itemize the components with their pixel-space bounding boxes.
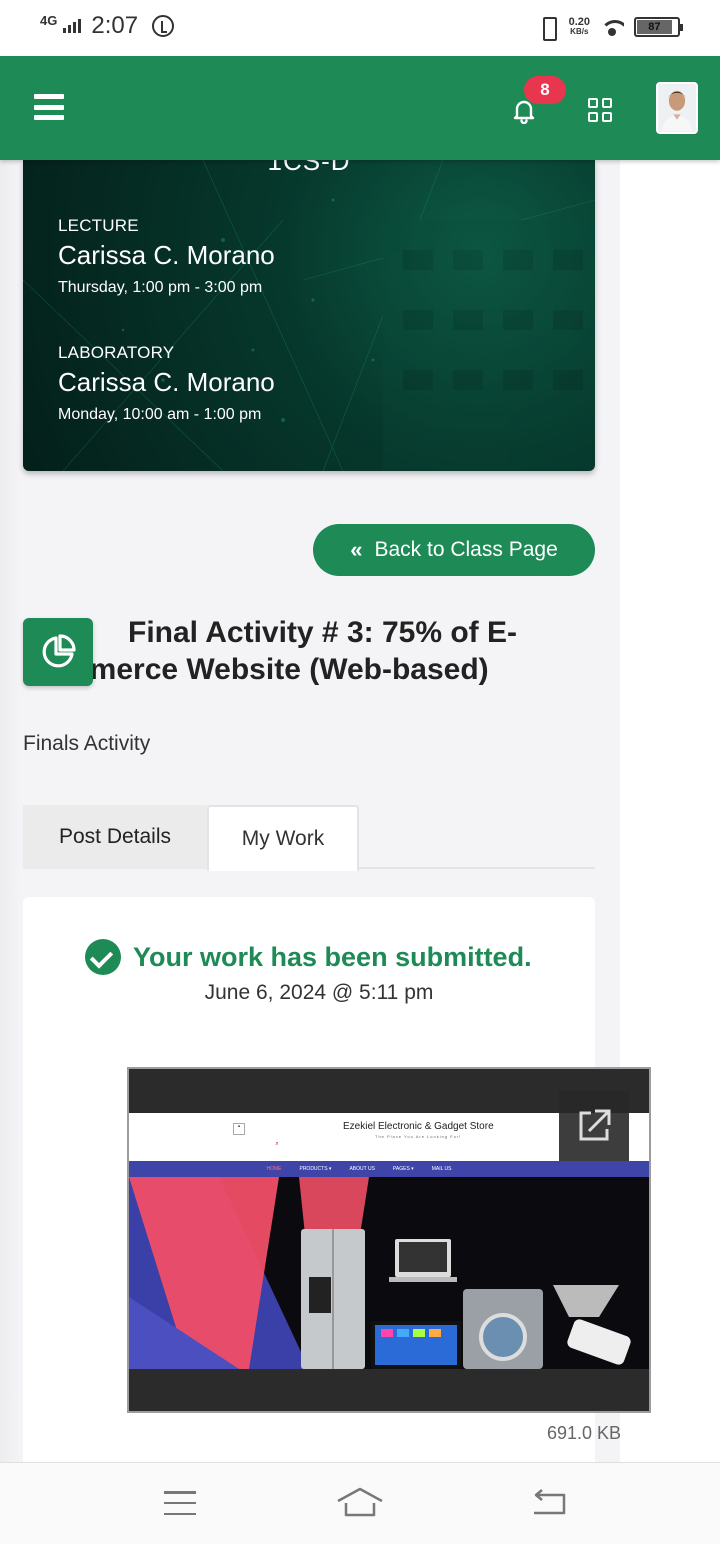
- lecture-schedule: Thursday, 1:00 pm - 3:00 pm: [58, 279, 263, 296]
- check-circle-icon: [85, 939, 121, 975]
- main-content[interactable]: 1CS-D LECTURE Carissa C. Morano Thursday…: [0, 160, 720, 1497]
- menu-icon[interactable]: [34, 94, 64, 120]
- preview-cart-icon: ▪: [233, 1123, 245, 1135]
- class-section: 1CS-D: [267, 160, 351, 176]
- home-icon[interactable]: [336, 1485, 384, 1519]
- back-to-class-label: Back to Class Page: [374, 538, 558, 561]
- avatar[interactable]: [656, 82, 698, 134]
- tab-my-work[interactable]: My Work: [207, 805, 359, 871]
- app-bar: [0, 56, 720, 160]
- tab-bar: Post Details My Work: [23, 805, 595, 871]
- wifi-icon: [600, 18, 624, 36]
- clock: 2:07: [91, 12, 139, 39]
- battery-level: 87: [637, 20, 672, 34]
- pie-chart-icon: [23, 618, 93, 686]
- network-speed: 0.20 KB/s: [569, 17, 590, 37]
- preview-search-icon: ⌕: [275, 1141, 279, 1147]
- double-chevron-left-icon: «: [350, 537, 362, 562]
- battery-icon: 87: [634, 17, 683, 37]
- back-to-class-button[interactable]: « Back to Class Page: [313, 524, 595, 576]
- apps-grid-icon[interactable]: [588, 98, 612, 122]
- file-size: 691.0 KB: [547, 1423, 622, 1443]
- submission-date: June 6, 2024 @ 5:11 pm: [204, 981, 434, 1004]
- laboratory-info: LABORATORY Carissa C. Morano Monday, 10:…: [58, 343, 275, 424]
- data-saver-icon: [152, 15, 175, 37]
- my-work-panel: Your work has been submitted. June 6, 20…: [23, 897, 651, 1497]
- vibrate-icon: [537, 16, 559, 41]
- network-speed-unit: KB/s: [570, 27, 589, 36]
- preview-hero-banner: [129, 1177, 649, 1369]
- activity-title: Final Activity # 3: 75% of E-Commerce We…: [23, 616, 517, 686]
- laboratory-label: LABORATORY: [58, 343, 175, 362]
- status-bar: 4G 2:07 0.20 KB/s 87: [0, 0, 720, 56]
- back-icon[interactable]: [530, 1489, 568, 1517]
- system-navigation-bar: [0, 1462, 720, 1544]
- notification-badge: 8: [524, 76, 566, 104]
- signal-icon: [63, 19, 82, 33]
- submission-status-text: Your work has been submitted.: [133, 941, 532, 972]
- preview-site-nav: HOME PRODUCTS ▾ ABOUT US PAGES ▾ MAIL US: [129, 1161, 649, 1177]
- network-type: 4G: [40, 12, 58, 28]
- preview-nav-item: HOME: [266, 1166, 282, 1172]
- lecture-instructor: Carissa C. Morano: [58, 240, 275, 270]
- preview-nav-item: ABOUT US: [349, 1166, 375, 1172]
- preview-nav-item: PRODUCTS ▾: [299, 1166, 332, 1172]
- activity-category: Finals Activity: [23, 732, 151, 755]
- laboratory-instructor: Carissa C. Morano: [58, 367, 275, 397]
- submission-preview[interactable]: ▪ ⌕ Ezekiel Electronic & Gadget Store Th…: [127, 1067, 651, 1413]
- open-external-icon[interactable]: [559, 1091, 629, 1161]
- preview-nav-item: MAIL US: [431, 1166, 452, 1172]
- lecture-label: LECTURE: [58, 216, 139, 235]
- preview-nav-item: PAGES ▾: [392, 1166, 414, 1172]
- laboratory-schedule: Monday, 10:00 am - 1:00 pm: [58, 406, 262, 423]
- tab-post-details[interactable]: Post Details: [23, 805, 207, 869]
- class-info-card: 1CS-D LECTURE Carissa C. Morano Thursday…: [23, 160, 595, 471]
- submission-status: Your work has been submitted.: [85, 939, 532, 975]
- preview-store-name: Ezekiel Electronic & Gadget Store: [343, 1121, 494, 1132]
- preview-tagline: The Place You Are Looking For!: [375, 1134, 462, 1139]
- recent-apps-icon[interactable]: [164, 1491, 196, 1515]
- lecture-info: LECTURE Carissa C. Morano Thursday, 1:00…: [58, 216, 275, 297]
